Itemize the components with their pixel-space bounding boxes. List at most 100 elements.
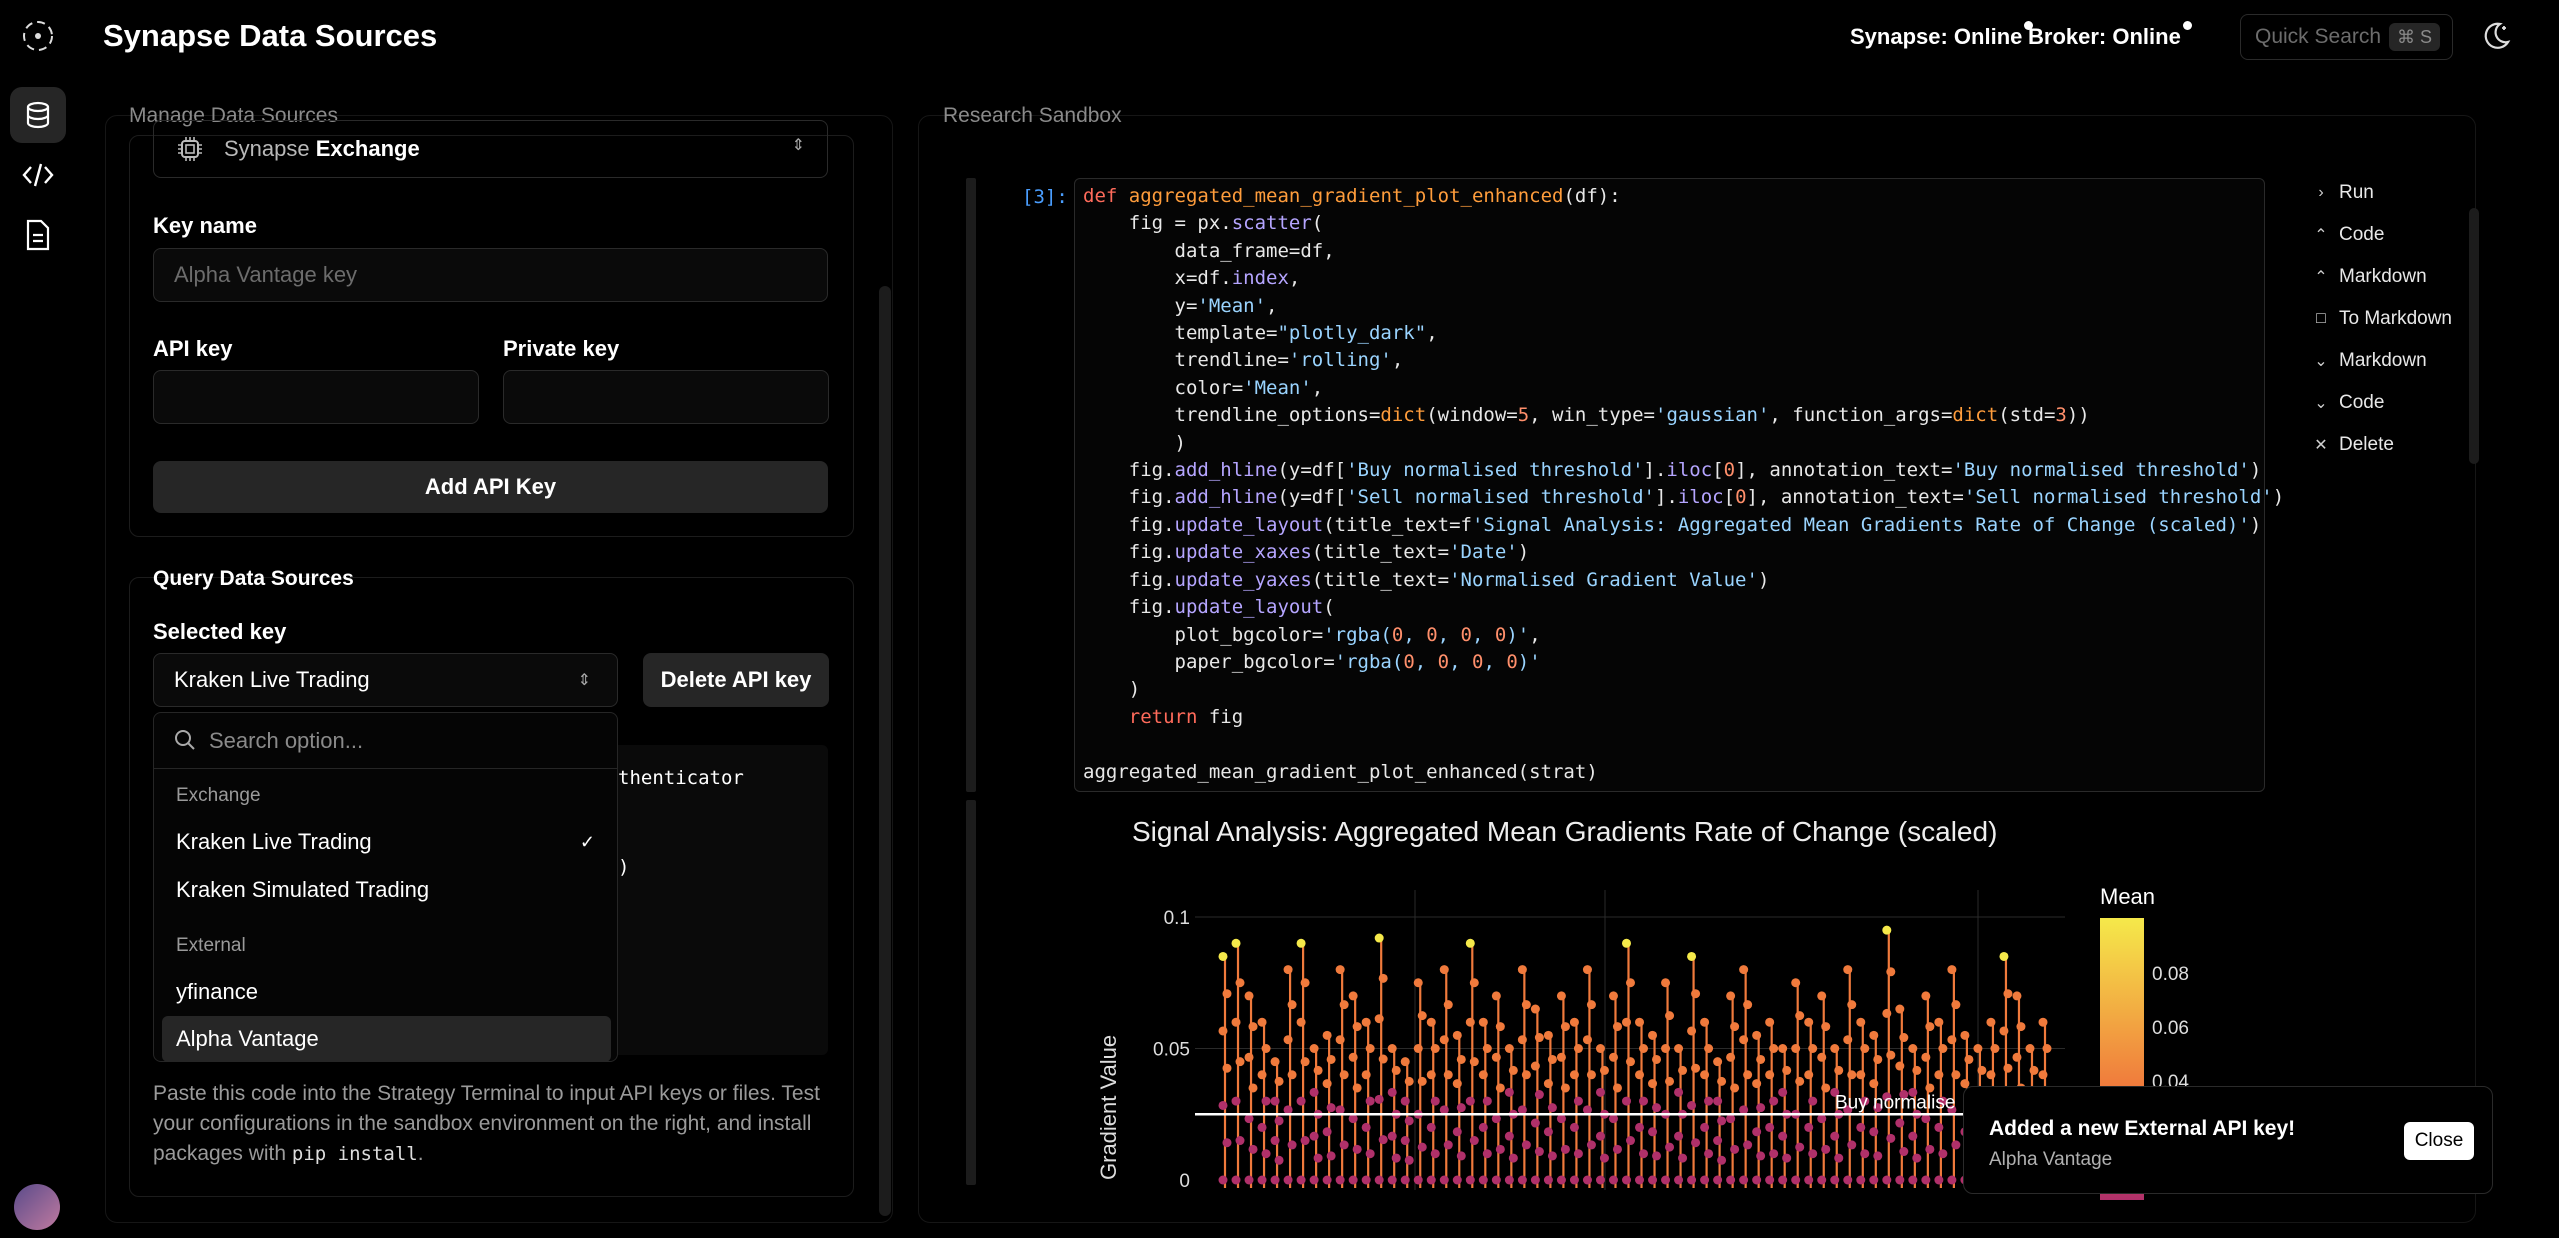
data-point <box>1335 1035 1345 1045</box>
data-point <box>1439 1035 1449 1045</box>
chevron-up-icon: ⌃ <box>2314 227 2328 244</box>
data-point <box>1765 1122 1775 1132</box>
data-point <box>1443 1070 1453 1080</box>
cell-gutter[interactable] <box>966 800 976 1185</box>
key-dropdown: Search option... Exchange Kraken Live Tr… <box>153 712 618 1062</box>
shortcut-badge: ⌘ S <box>2388 23 2440 51</box>
data-point <box>1573 1044 1583 1053</box>
data-point <box>1678 1153 1688 1163</box>
data-point <box>1795 1011 1805 1021</box>
data-point <box>1517 965 1527 975</box>
data-point <box>1469 1136 1479 1146</box>
toolbar-markdown[interactable]: ⌃ Markdown <box>2313 266 2426 288</box>
option-kraken-live[interactable]: Kraken Live Trading ✓ <box>162 819 611 865</box>
data-point <box>1625 1136 1635 1146</box>
code-line: paper_bgcolor='rgba(0, 0, 0, 0)' <box>1083 650 1541 673</box>
add-api-key-button[interactable]: Add API Key <box>153 461 828 513</box>
toolbar-markdown[interactable]: ⌄ Markdown <box>2313 350 2427 372</box>
data-point <box>1443 1140 1453 1150</box>
data-point <box>1231 938 1241 948</box>
key-name-placeholder: Alpha Vantage key <box>174 262 358 287</box>
data-point <box>1752 1079 1762 1089</box>
data-point <box>1804 1122 1814 1132</box>
database-icon[interactable] <box>10 87 66 143</box>
toolbar-code[interactable]: ⌄ Code <box>2313 392 2384 414</box>
data-point <box>1465 1017 1475 1027</box>
avatar[interactable] <box>14 1184 60 1230</box>
data-point <box>1625 1057 1635 1067</box>
data-point <box>1465 1175 1475 1185</box>
data-point <box>1521 1140 1531 1150</box>
data-point <box>1973 1044 1983 1053</box>
data-point <box>1652 1054 1662 1064</box>
document-icon[interactable] <box>10 207 66 263</box>
code-line: data_frame=df, <box>1083 239 1335 262</box>
data-point <box>1817 991 1827 1001</box>
code-line: template="plotly_dark", <box>1083 322 1438 345</box>
data-point <box>1882 925 1892 935</box>
data-point <box>1231 1017 1241 1027</box>
data-point <box>1413 1175 1423 1185</box>
data-point <box>1986 1070 1996 1080</box>
option-kraken-simulated[interactable]: Kraken Simulated Trading <box>162 867 611 913</box>
key-name-input[interactable]: Alpha Vantage key <box>153 248 828 302</box>
data-point <box>1530 1004 1540 1014</box>
data-point <box>1417 1011 1427 1021</box>
data-point <box>1612 1144 1622 1154</box>
toolbar-label: Markdown <box>2339 350 2427 371</box>
api-key-input[interactable] <box>153 370 479 424</box>
data-point <box>1495 1083 1505 1093</box>
data-point <box>1925 1083 1935 1093</box>
toolbar-code[interactable]: ⌃ Code <box>2313 224 2384 246</box>
delete-api-key-button[interactable]: Delete API key <box>643 653 829 707</box>
data-point <box>1648 1079 1658 1089</box>
toolbar-run[interactable]: › Run <box>2313 182 2374 204</box>
data-point <box>1769 1044 1779 1053</box>
data-point <box>2042 1044 2052 1053</box>
data-point <box>1534 1033 1544 1043</box>
data-point <box>1218 1100 1228 1110</box>
data-point <box>1547 1103 1557 1113</box>
code-editor[interactable]: def aggregated_mean_gradient_plot_enhanc… <box>1083 183 2284 786</box>
data-point <box>1765 1070 1775 1080</box>
selected-key-select[interactable]: Kraken Live Trading ⇕ <box>153 653 618 707</box>
check-icon: ✓ <box>579 831 595 852</box>
data-point <box>1235 978 1245 988</box>
data-point <box>1726 1052 1736 1062</box>
data-point <box>1543 1127 1553 1137</box>
data-point <box>1691 1063 1701 1073</box>
data-point <box>1556 1052 1566 1062</box>
data-point <box>1426 1122 1436 1132</box>
data-point <box>1648 1030 1658 1040</box>
data-point <box>1778 1087 1788 1097</box>
quick-search[interactable]: Quick Search ⌘ S <box>2240 14 2453 60</box>
left-scrollbar[interactable] <box>879 286 891 1216</box>
data-point <box>1856 1070 1866 1080</box>
logo-icon[interactable] <box>10 8 66 64</box>
right-scrollbar[interactable] <box>2469 208 2479 464</box>
cell-gutter[interactable] <box>966 178 976 792</box>
cell-prompt: [3]: <box>1022 186 1068 208</box>
toolbar-delete[interactable]: ✕ Delete <box>2313 434 2394 456</box>
data-point <box>1560 1144 1570 1154</box>
data-point <box>1586 1140 1596 1150</box>
data-point <box>1374 1175 1384 1185</box>
toolbar-to-markdown[interactable]: □ To Markdown <box>2313 308 2452 330</box>
data-point <box>1378 1135 1388 1145</box>
code-line: trendline_options=dict(window=5, win_typ… <box>1083 404 2090 427</box>
exchange-value: Exchange <box>315 136 420 161</box>
toast-close-button[interactable]: Close <box>2404 1122 2474 1160</box>
exchange-select[interactable]: Synapse Exchange ⇕ <box>153 120 828 178</box>
data-point <box>1808 1149 1818 1159</box>
synapse-status: Synapse: Online <box>1850 21 2034 50</box>
y-tick-label: 0.1 <box>1164 908 1190 929</box>
option-yfinance[interactable]: yfinance <box>162 969 611 1015</box>
theme-toggle-icon[interactable] <box>2480 20 2512 57</box>
code-icon[interactable] <box>10 147 66 203</box>
private-key-input[interactable] <box>503 370 829 424</box>
data-point <box>1977 1065 1987 1075</box>
data-point <box>1387 1087 1397 1097</box>
data-point <box>1608 1175 1618 1185</box>
option-alpha-vantage[interactable]: Alpha Vantage <box>162 1016 611 1062</box>
dropdown-search-input[interactable]: Search option... <box>154 713 617 769</box>
